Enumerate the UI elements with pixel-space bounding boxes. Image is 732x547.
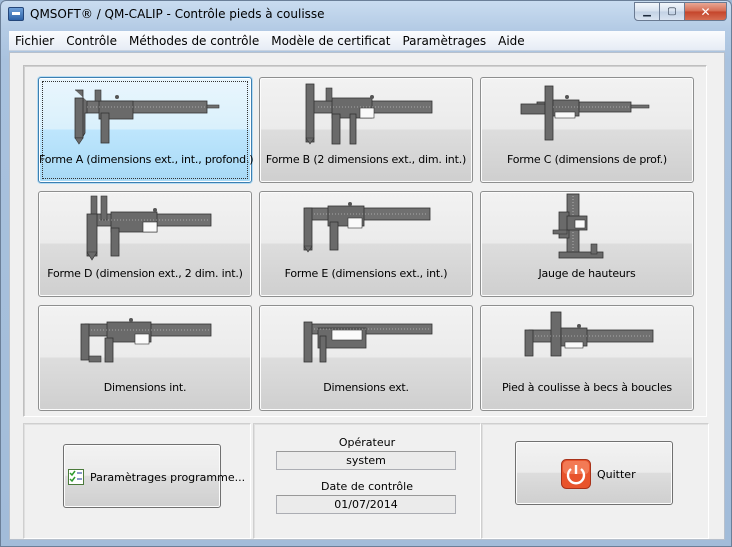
window-controls: ▁ ▢ ✕ bbox=[634, 2, 727, 21]
caliper-form-c-icon bbox=[520, 85, 650, 141]
tile-pied-becs-boucles-label: Pied à coulisse à becs à boucles bbox=[502, 381, 672, 394]
menu-aide[interactable]: Aide bbox=[492, 34, 531, 48]
menu-fichier[interactable]: Fichier bbox=[9, 34, 60, 48]
quit-label: Quitter bbox=[597, 468, 636, 481]
menu-bar: Fichier Contrôle Méthodes de contrôle Mo… bbox=[9, 31, 725, 51]
menu-modele-certificat[interactable]: Modèle de certificat bbox=[265, 34, 396, 48]
operator-label: Opérateur bbox=[338, 436, 396, 449]
caliper-form-e-icon bbox=[303, 202, 431, 253]
tile-dimensions-ext-label: Dimensions ext. bbox=[323, 381, 409, 394]
tile-forme-c[interactable]: Forme C (dimensions de prof.) bbox=[480, 77, 694, 183]
tile-forme-e[interactable]: Forme E (dimensions ext., int.) bbox=[259, 191, 473, 297]
window-title: QMSOFT® / QM-CALIP - Contrôle pieds à co… bbox=[30, 7, 325, 21]
operator-field: system bbox=[276, 451, 456, 470]
power-icon bbox=[561, 459, 591, 489]
control-date-label: Date de contrôle bbox=[321, 480, 413, 493]
tile-forme-b[interactable]: Forme B (2 dimensions ext., dim. int.) bbox=[259, 77, 473, 183]
tile-pied-becs-boucles[interactable]: Pied à coulisse à becs à boucles bbox=[480, 305, 694, 411]
tile-dimensions-int-label: Dimensions int. bbox=[103, 381, 187, 394]
settings-program-button[interactable]: Paramètrages programme... bbox=[63, 444, 245, 508]
caliper-form-a-icon bbox=[74, 89, 220, 145]
minimize-button[interactable]: ▁ bbox=[634, 2, 660, 21]
tile-jauge-hauteurs-label: Jauge de hauteurs bbox=[538, 267, 636, 280]
minimize-icon: ▁ bbox=[643, 6, 651, 17]
main-window: QMSOFT® / QM-CALIP - Contrôle pieds à co… bbox=[0, 0, 732, 547]
caliper-form-b-icon bbox=[305, 83, 433, 145]
app-icon[interactable] bbox=[8, 7, 24, 21]
caliper-form-d-icon bbox=[86, 195, 212, 261]
close-icon: ✕ bbox=[700, 4, 711, 19]
checklist-icon bbox=[68, 469, 84, 485]
tile-forme-a[interactable]: Forme A (dimensions ext., int., profond.… bbox=[38, 77, 254, 183]
tile-dimensions-ext[interactable]: Dimensions ext. bbox=[259, 305, 473, 411]
control-date-field: 01/07/2014 bbox=[276, 495, 456, 514]
settings-program-label: Paramètrages programme... bbox=[90, 471, 246, 484]
tile-jauge-hauteurs[interactable]: Jauge de hauteurs bbox=[480, 191, 694, 297]
caliper-external-icon bbox=[303, 321, 433, 363]
quit-button[interactable]: Quitter bbox=[515, 441, 673, 505]
tile-dimensions-int[interactable]: Dimensions int. bbox=[38, 305, 252, 411]
menu-parametrages[interactable]: Paramètrages bbox=[396, 34, 492, 48]
tile-forme-b-label: Forme B (2 dimensions ext., dim. int.) bbox=[265, 153, 467, 166]
tile-forme-d[interactable]: Forme D (dimension ext., 2 dim. int.) bbox=[38, 191, 252, 297]
tile-forme-d-label: Forme D (dimension ext., 2 dim. int.) bbox=[47, 267, 243, 280]
close-button[interactable]: ✕ bbox=[684, 2, 727, 21]
caliper-loop-jaws-icon bbox=[524, 311, 654, 357]
height-gauge-icon bbox=[552, 193, 604, 259]
maximize-icon: ▢ bbox=[667, 6, 677, 17]
menu-methodes[interactable]: Méthodes de contrôle bbox=[123, 34, 265, 48]
operator-panel: Opérateur system Date de contrôle 01/07/… bbox=[253, 423, 481, 539]
caliper-internal-icon bbox=[80, 318, 212, 363]
tile-forme-e-label: Forme E (dimensions ext., int.) bbox=[284, 267, 448, 280]
menu-controle[interactable]: Contrôle bbox=[60, 34, 123, 48]
maximize-button[interactable]: ▢ bbox=[659, 2, 685, 21]
title-bar[interactable]: QMSOFT® / QM-CALIP - Contrôle pieds à co… bbox=[1, 1, 731, 29]
tile-forme-a-label: Forme A (dimensions ext., int., profond.… bbox=[39, 153, 254, 166]
tile-forme-c-label: Forme C (dimensions de prof.) bbox=[507, 153, 667, 166]
